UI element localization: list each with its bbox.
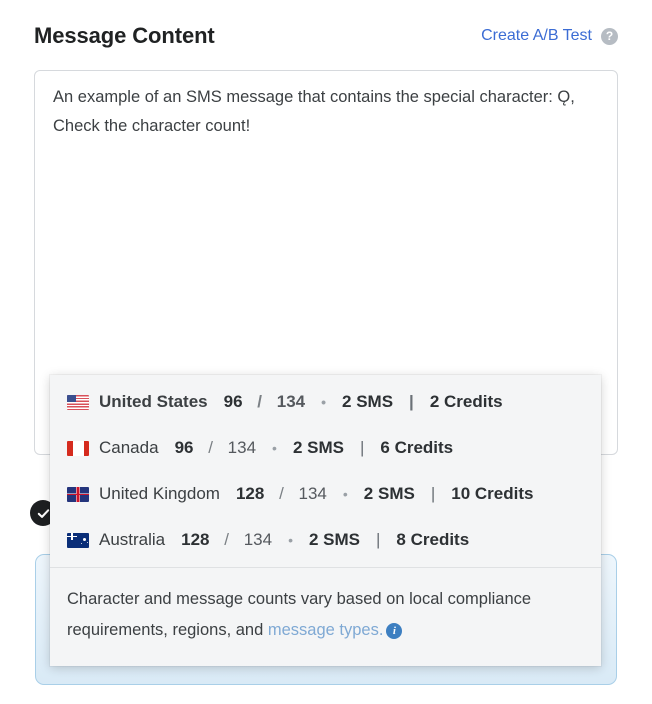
flag-us-icon — [67, 394, 89, 410]
question-mark-circle-icon[interactable]: ? — [601, 27, 618, 45]
panel-header: Message Content Create A/B Test ? — [34, 16, 618, 56]
dropdown-used-count: 96 — [223, 392, 243, 411]
dropdown-credits-count: 2 Credits — [429, 392, 503, 411]
checkmark-icon — [37, 508, 49, 518]
dropdown-sms-count: 2 SMS — [292, 438, 344, 457]
header-actions: Create A/B Test ? — [481, 27, 618, 45]
dropdown-limit-count: 134 — [276, 392, 306, 411]
dropdown-item-canada[interactable]: Canada 96 / 134 • 2 SMS | 6 Credits — [50, 425, 601, 471]
dropdown-separator-bar: | — [430, 484, 436, 503]
dropdown-credits-count: 6 Credits — [380, 438, 454, 457]
flag-ca-icon — [67, 440, 89, 456]
dropdown-separator-bar: | — [376, 530, 381, 549]
dropdown-sms-count: 2 SMS — [308, 530, 360, 549]
message-types-link[interactable]: message types. — [268, 621, 384, 639]
flag-uk-icon — [67, 486, 89, 502]
dropdown-sms-count: 2 SMS — [342, 392, 394, 411]
dropdown-credits-count: 8 Credits — [396, 530, 470, 549]
country-count-dropdown[interactable]: United States 96 / 134 • 2 SMS | 2 Credi… — [50, 375, 601, 666]
dropdown-separator-dot: • — [288, 532, 293, 548]
dropdown-footer-note: Character and message counts vary based … — [50, 568, 601, 666]
message-textarea-text[interactable]: An example of an SMS message that contai… — [53, 83, 599, 141]
dropdown-used-count: 96 — [174, 438, 194, 457]
dropdown-sms-count: 2 SMS — [363, 484, 415, 503]
dropdown-used-count: 128 — [181, 530, 210, 549]
dropdown-item-united-states[interactable]: United States 96 / 134 • 2 SMS | 2 Credi… — [50, 379, 601, 425]
flag-au-icon — [67, 532, 89, 548]
dropdown-limit-count: 134 — [298, 484, 327, 503]
dropdown-limit-count: 134 — [243, 530, 273, 549]
dropdown-used-count: 128 — [235, 484, 265, 503]
info-circle-icon[interactable]: i — [386, 623, 403, 639]
dropdown-item-united-kingdom[interactable]: United Kingdom 128 / 134 • 2 SMS | 10 Cr… — [50, 471, 601, 517]
dropdown-country-name: United States — [99, 392, 208, 411]
dropdown-country-name: Canada — [99, 438, 159, 457]
dropdown-credits-count: 10 Credits — [451, 484, 534, 503]
dropdown-country-name: United Kingdom — [99, 484, 220, 503]
dropdown-separator-dot: • — [272, 440, 277, 456]
dropdown-country-name: Australia — [99, 530, 166, 549]
dropdown-item-australia[interactable]: Australia 128 / 134 • 2 SMS | 8 Credits — [50, 517, 601, 563]
dropdown-separator-dot: • — [321, 394, 327, 410]
page-title: Message Content — [34, 23, 215, 48]
dropdown-separator-bar: | — [359, 438, 365, 457]
create-ab-test-link[interactable]: Create A/B Test — [481, 27, 592, 45]
dropdown-separator-dot: • — [342, 486, 348, 502]
dropdown-separator-bar: | — [409, 392, 414, 411]
dropdown-limit-count: 134 — [227, 438, 257, 457]
